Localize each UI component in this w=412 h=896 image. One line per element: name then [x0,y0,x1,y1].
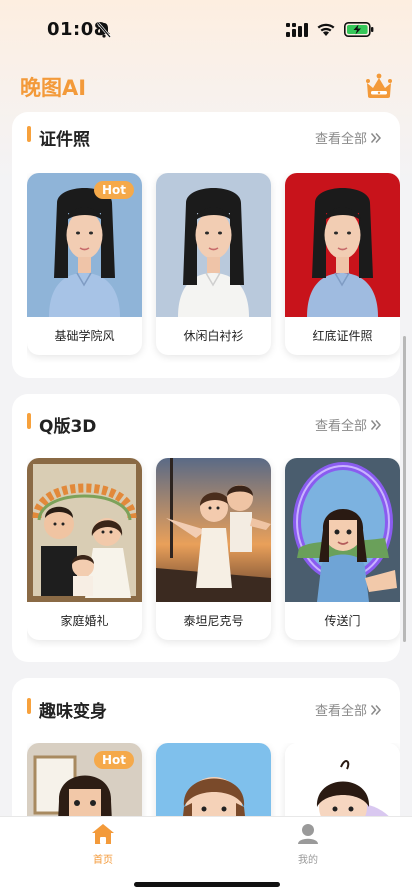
section-accent-bar [27,698,31,714]
titanic-thumbnail [156,458,271,602]
app-header: 晚图AI [0,62,412,112]
card-carousel[interactable]: Hot 基础学院风 休闲白衬衫 红底证件照 [27,173,400,363]
section-header: 证件照 查看全部 [12,112,400,162]
section-id-photo: 证件照 查看全部 Hot 基础学院风 休闲白衬衫 红底证件照 [12,112,400,378]
status-bar: 01:08 [0,0,412,60]
tab-mine-label: 我的 [298,855,318,866]
crown-vip-icon[interactable] [365,72,393,100]
section-accent-bar [27,126,31,142]
hot-badge: Hot [93,181,134,199]
cartoon-thumbnail [156,743,271,816]
home-indicator [134,882,280,887]
section-q-3d: Q版3D 查看全部 家庭婚礼 泰坦尼克号 传送门 [12,394,400,662]
template-card[interactable]: 休闲白衬衫 [156,173,271,355]
section-title: Q版3D [39,417,97,437]
battery-charging-icon [344,22,374,37]
section-title: 趣味变身 [39,702,107,722]
home-icon [92,824,114,844]
portal-thumbnail [285,458,400,602]
template-card[interactable]: 家庭婚礼 [27,458,142,640]
profile-icon [298,824,318,844]
card-label: 传送门 [324,614,361,628]
wifi-icon [317,23,335,36]
cellular-signal-icon [286,22,308,37]
bell-muted-icon [97,22,111,38]
template-card[interactable]: 红底证件照 [285,173,400,355]
section-header: 趣味变身 查看全部 [12,678,400,728]
view-all-label: 查看全部 [314,704,367,719]
hot-badge: Hot [93,751,134,769]
view-all-link[interactable]: 查看全部 [315,128,382,147]
template-card[interactable] [156,743,271,816]
view-all-link[interactable]: 查看全部 [315,700,382,719]
view-all-label: 查看全部 [314,419,367,434]
double-chevron-right-icon [370,704,382,715]
template-card[interactable]: 传送门 [285,458,400,640]
card-label: 休闲白衬衫 [183,329,244,343]
app-title: 晚图AI [20,76,87,100]
double-chevron-right-icon [370,419,382,430]
portrait-thumbnail [285,173,400,317]
wedding-thumbnail [27,458,142,602]
bottom-tab-bar: 首页 我的 [0,816,412,896]
tab-home-label: 首页 [93,855,113,866]
tab-home[interactable]: 首页 [53,823,153,866]
section-header: Q版3D 查看全部 [12,394,400,444]
template-card[interactable]: 泰坦尼克号 [156,458,271,640]
section-title: 证件照 [39,130,90,150]
view-all-link[interactable]: 查看全部 [315,415,382,434]
view-all-label: 查看全部 [314,132,367,147]
card-carousel[interactable]: Hot [27,743,400,816]
double-chevron-right-icon [370,132,382,143]
vertical-scrollbar[interactable] [403,336,406,642]
card-carousel[interactable]: 家庭婚礼 泰坦尼克号 传送门 [27,458,400,648]
section-fun-transform: 趣味变身 查看全部 Hot [12,678,400,816]
section-accent-bar [27,413,31,429]
cartoon-thumbnail [285,743,400,816]
template-card[interactable] [285,743,400,816]
tab-mine[interactable]: 我的 [258,823,358,866]
template-card[interactable]: Hot 基础学院风 [27,173,142,355]
template-card[interactable]: Hot [27,743,142,816]
content-scroll-area[interactable]: 证件照 查看全部 Hot 基础学院风 休闲白衬衫 红底证件照 Q版3D 查看全部… [0,112,412,816]
card-label: 基础学院风 [54,329,115,343]
card-label: 红底证件照 [312,329,373,343]
card-label: 泰坦尼克号 [183,614,244,628]
portrait-thumbnail [156,173,271,317]
card-label: 家庭婚礼 [60,614,109,628]
